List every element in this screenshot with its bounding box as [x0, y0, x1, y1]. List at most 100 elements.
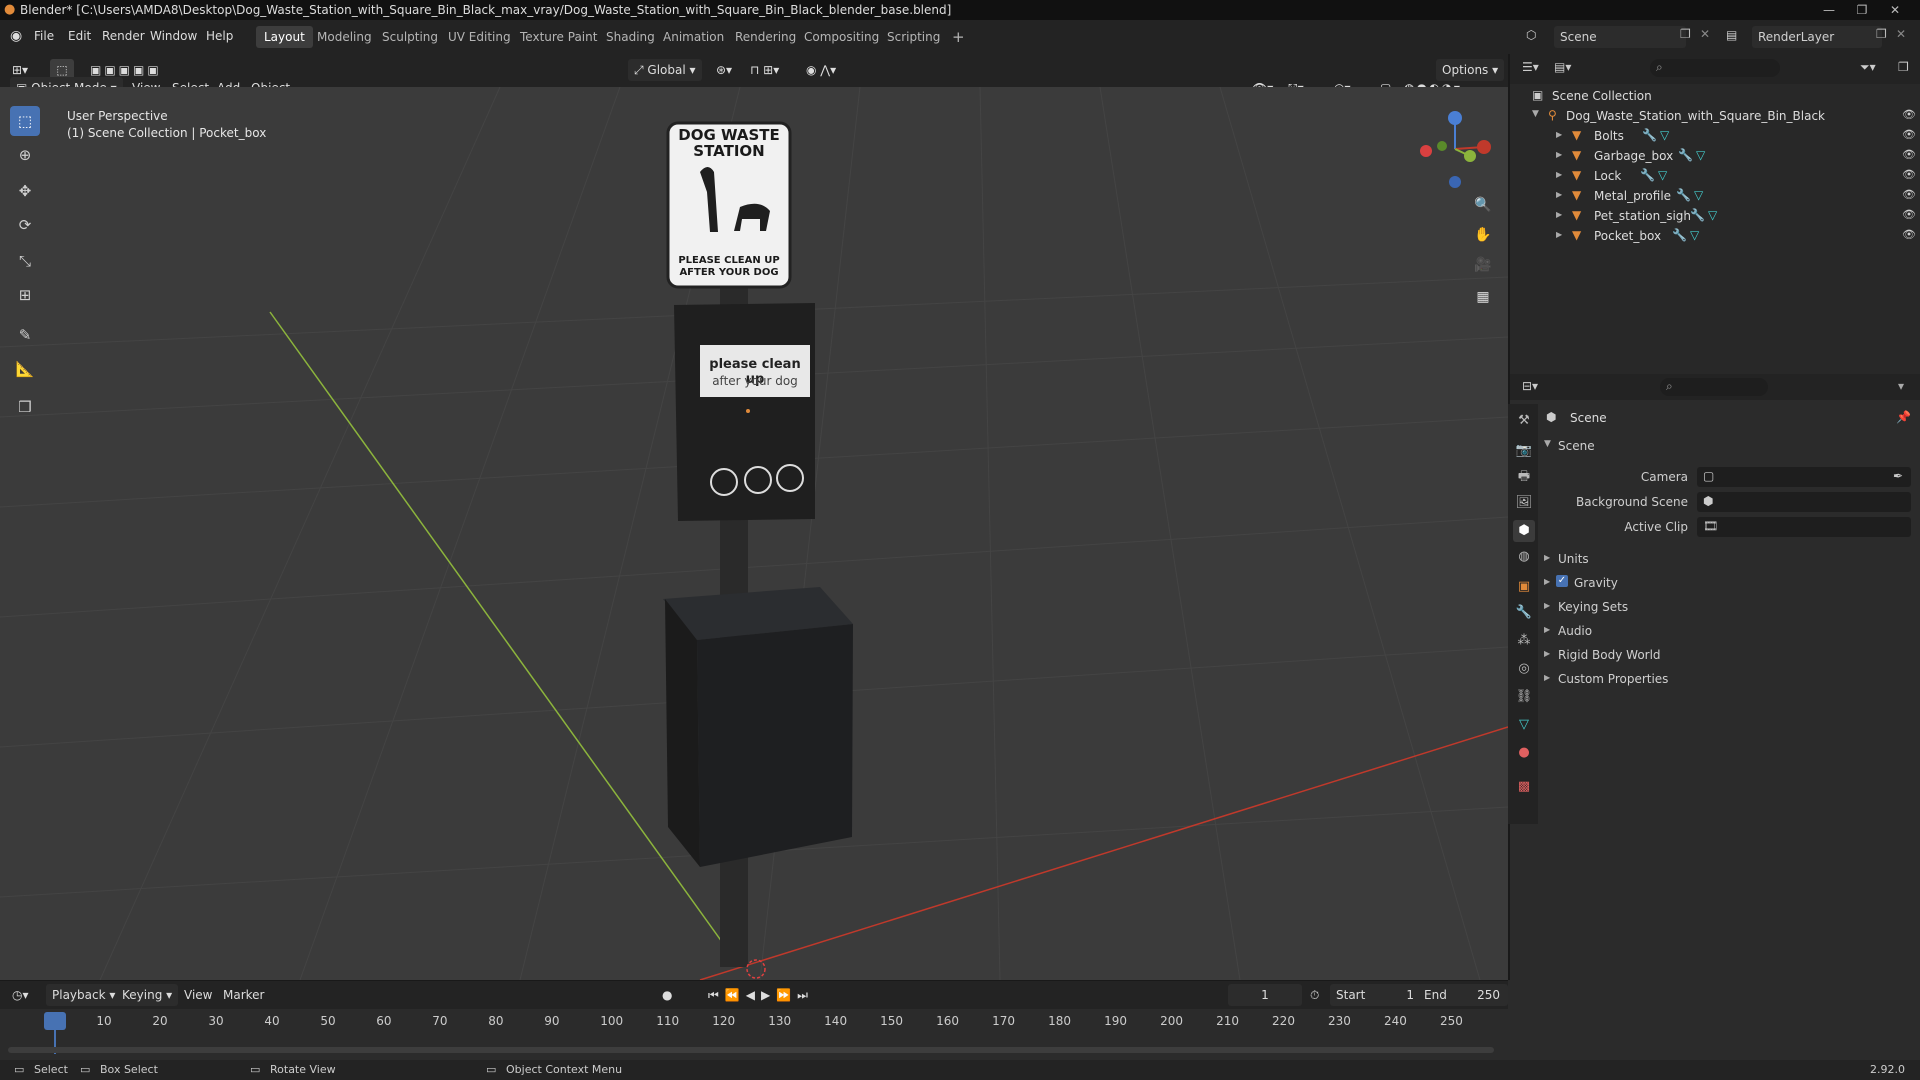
add-workspace-icon[interactable]: +	[944, 26, 973, 48]
material-tab-icon[interactable]: ●	[1513, 742, 1535, 764]
display-mode-icon[interactable]: ▤▾	[1554, 60, 1571, 74]
remove-scene-icon[interactable]: ✕	[1700, 27, 1710, 41]
playhead[interactable]	[44, 1012, 66, 1030]
texture-tab-icon[interactable]: ▩	[1513, 776, 1535, 798]
zoom-icon[interactable]: 🔍	[1470, 192, 1496, 218]
render-layer-browse-icon[interactable]: ▤	[1726, 28, 1737, 42]
tab-modeling[interactable]: Modeling	[309, 26, 380, 48]
rotate-tool-icon[interactable]: ⟳	[10, 210, 40, 240]
pan-hand-icon[interactable]: ✋	[1470, 222, 1496, 248]
outliner-collection-row[interactable]: ▼ ⚲ Dog_Waste_Station_with_Square_Bin_Bl…	[1510, 106, 1920, 126]
maximize-icon[interactable]: ❐	[1847, 0, 1877, 20]
scene-selector[interactable]: Scene	[1554, 26, 1686, 48]
playback-controls-icons[interactable]: ⏮⏪◀▶⏩⏭	[708, 984, 814, 1006]
tab-compositing[interactable]: Compositing	[796, 26, 887, 48]
preview-range-icon[interactable]: ⏱	[1310, 984, 1319, 1006]
properties-editor-icon[interactable]: ⊟▾	[1522, 379, 1538, 393]
navigation-gizmo[interactable]	[1410, 104, 1500, 194]
world-tab-icon[interactable]: ◍	[1513, 546, 1535, 568]
rigid-body-panel-header[interactable]: ▶ Rigid Body World	[1544, 646, 1912, 666]
scene-panel-header[interactable]: ▼ Scene	[1544, 436, 1912, 458]
active-clip-field[interactable]: 🎞	[1697, 517, 1911, 537]
blender-menu-icon[interactable]: ◉	[10, 28, 22, 44]
properties-search-input[interactable]: ⌕	[1660, 378, 1768, 396]
visibility-eye-icon[interactable]: 👁	[1902, 228, 1916, 241]
expand-arrow-icon[interactable]: ▶	[1556, 190, 1562, 199]
particles-tab-icon[interactable]: ⁂	[1513, 630, 1535, 652]
record-icon[interactable]: ●	[662, 984, 672, 1006]
properties-options-icon[interactable]: ▾	[1898, 379, 1904, 393]
camera-field[interactable]: ▢ ✒	[1697, 467, 1911, 487]
keying-menu[interactable]: Keying ▾	[116, 984, 179, 1006]
new-scene-icon[interactable]: ❐	[1680, 27, 1691, 41]
tab-scripting[interactable]: Scripting	[879, 26, 948, 48]
visibility-eye-icon[interactable]: 👁	[1902, 168, 1916, 181]
gravity-panel-header[interactable]: ▶ ✓ Gravity	[1544, 574, 1912, 594]
expand-arrow-icon[interactable]: ▶	[1556, 130, 1562, 139]
end-frame-field[interactable]: End 250	[1418, 984, 1508, 1006]
audio-panel-header[interactable]: ▶ Audio	[1544, 622, 1912, 642]
menu-edit[interactable]: Edit	[68, 29, 91, 43]
expand-arrow-icon[interactable]: ▶	[1556, 230, 1562, 239]
annotate-tool-icon[interactable]: ✎	[10, 320, 40, 350]
physics-tab-icon[interactable]: ◎	[1513, 658, 1535, 680]
close-icon[interactable]: ✕	[1880, 0, 1910, 20]
playback-menu[interactable]: Playback ▾	[46, 984, 122, 1006]
eyedropper-icon[interactable]: ✒	[1893, 469, 1903, 483]
timeline-scrollbar[interactable]	[8, 1047, 1494, 1053]
current-frame-field[interactable]: 1	[1228, 984, 1302, 1006]
tab-layout[interactable]: Layout	[256, 26, 313, 48]
outliner-editor-icon[interactable]: ☰▾	[1522, 60, 1539, 74]
scale-tool-icon[interactable]: ⤡	[10, 246, 40, 276]
marker-menu[interactable]: Marker	[223, 984, 264, 1006]
visibility-eye-icon[interactable]: 👁	[1902, 128, 1916, 141]
outliner-scene-collection[interactable]: ▣ Scene Collection	[1510, 86, 1920, 106]
keying-sets-panel-header[interactable]: ▶ Keying Sets	[1544, 598, 1912, 618]
start-frame-field[interactable]: Start 1	[1330, 984, 1422, 1006]
menu-window[interactable]: Window	[150, 29, 197, 43]
visibility-eye-icon[interactable]: 👁	[1902, 208, 1916, 221]
expand-arrow-icon[interactable]: ▶	[1556, 150, 1562, 159]
filter-icon[interactable]: ⏷▾	[1860, 60, 1876, 75]
pocket-box[interactable]	[674, 303, 815, 521]
camera-view-icon[interactable]: 🎥	[1470, 252, 1496, 278]
tab-sculpting[interactable]: Sculpting	[374, 26, 446, 48]
units-panel-header[interactable]: ▶ Units	[1544, 550, 1912, 570]
minimize-icon[interactable]: —	[1814, 0, 1844, 20]
output-tab-icon[interactable]: 🖶	[1513, 466, 1535, 488]
outliner-object-row[interactable]: ▶ ▼ Metal_profile 🔧 ▽ 👁	[1510, 186, 1920, 206]
tool-tab-icon[interactable]: ⚒	[1513, 410, 1535, 432]
move-tool-icon[interactable]: ✥	[10, 176, 40, 206]
object-tab-icon[interactable]: ▣	[1513, 576, 1535, 598]
add-cube-tool-icon[interactable]: ❒	[10, 392, 40, 422]
menu-render[interactable]: Render	[102, 29, 145, 43]
outliner-object-row[interactable]: ▶ ▼ Pocket_box 🔧 ▽ 👁	[1510, 226, 1920, 246]
garbage-box[interactable]	[663, 587, 853, 867]
select-box-tool-icon[interactable]: ⬚	[10, 106, 40, 136]
constraints-tab-icon[interactable]: ⛓	[1513, 686, 1535, 708]
timeline-view-menu[interactable]: View	[184, 984, 212, 1006]
tab-shading[interactable]: Shading	[598, 26, 663, 48]
view-layer-tab-icon[interactable]: 🖼	[1513, 492, 1535, 514]
new-render-layer-icon[interactable]: ❐	[1876, 27, 1887, 41]
collapse-arrow-icon[interactable]: ▼	[1532, 109, 1539, 119]
tab-rendering[interactable]: Rendering	[727, 26, 804, 48]
custom-properties-panel-header[interactable]: ▶ Custom Properties	[1544, 670, 1912, 690]
outliner-object-row[interactable]: ▶ ▼ Lock 🔧 ▽ 👁	[1510, 166, 1920, 186]
tab-uv-editing[interactable]: UV Editing	[440, 26, 519, 48]
scene-browse-icon[interactable]: ⬡	[1526, 28, 1536, 42]
timeline-editor-icon[interactable]: ◷▾	[12, 984, 29, 1006]
transform-tool-icon[interactable]: ⊞	[10, 280, 40, 310]
expand-arrow-icon[interactable]: ▶	[1556, 170, 1562, 179]
expand-arrow-icon[interactable]: ▶	[1556, 210, 1562, 219]
menu-file[interactable]: File	[34, 29, 54, 43]
scene-tab-icon[interactable]: ⬢	[1513, 520, 1535, 542]
tab-texture-paint[interactable]: Texture Paint	[512, 26, 605, 48]
gravity-checkbox[interactable]: ✓	[1556, 575, 1568, 587]
outliner-object-row[interactable]: ▶ ▼ Pet_station_sigh 🔧 ▽ 👁	[1510, 206, 1920, 226]
visibility-eye-icon[interactable]: 👁	[1902, 108, 1916, 121]
cursor-tool-icon[interactable]: ⊕	[10, 140, 40, 170]
new-collection-icon[interactable]: ❐	[1898, 60, 1909, 74]
visibility-eye-icon[interactable]: 👁	[1902, 148, 1916, 161]
measure-tool-icon[interactable]: 📐	[10, 354, 40, 384]
